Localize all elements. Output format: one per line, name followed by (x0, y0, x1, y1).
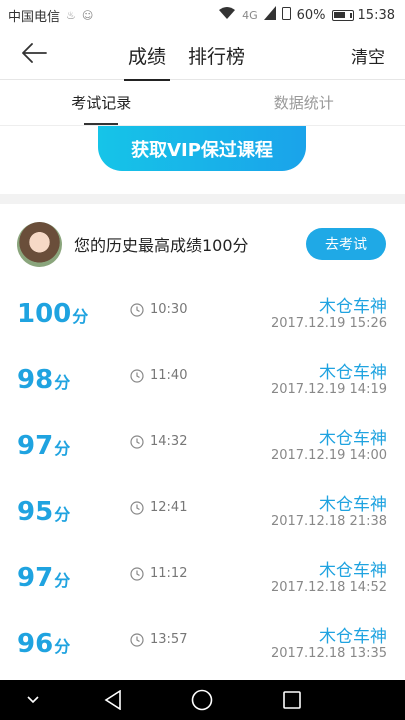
score-value: 100 (17, 299, 72, 329)
tab-exam-records[interactable]: 考试记录 (0, 80, 203, 125)
clock-icon (130, 500, 144, 515)
clock-icon (130, 434, 144, 449)
recents-nav-button[interactable] (277, 680, 307, 720)
record-duration: 12:41 (130, 500, 187, 515)
sim-icon (281, 6, 291, 24)
go-exam-button[interactable]: 去考试 (306, 228, 386, 260)
score-unit: 分 (54, 439, 71, 458)
record-duration: 10:30 (130, 302, 187, 317)
record-score: 95分 (17, 496, 70, 531)
clock-icon (130, 632, 144, 647)
duration-value: 14:32 (150, 434, 188, 449)
list-item[interactable]: 96分 13:57 木仓车神 2017.12.18 13:35 (0, 614, 405, 680)
record-date: 2017.12.19 14:19 (270, 382, 387, 397)
clock-icon (130, 302, 144, 317)
duration-value: 11:12 (150, 566, 188, 581)
score-unit: 分 (54, 373, 71, 392)
record-name: 木仓车神 (319, 561, 387, 581)
back-button[interactable] (18, 39, 50, 71)
record-name: 木仓车神 (319, 495, 387, 515)
record-score: 97分 (17, 430, 70, 465)
notification-icon: ♨ (66, 8, 76, 22)
app-notification-icon: ☺ (81, 8, 94, 22)
record-date: 2017.12.18 14:52 (270, 580, 387, 595)
score-value: 98 (17, 365, 54, 395)
record-date: 2017.12.18 13:35 (270, 646, 387, 661)
clock-icon (130, 566, 144, 581)
list-item[interactable]: 97分 11:12 木仓车神 2017.12.18 14:52 (0, 548, 405, 614)
hide-nav-button[interactable] (18, 680, 48, 720)
tab-data-stats[interactable]: 数据统计 (203, 80, 405, 125)
chevron-down-icon (27, 696, 39, 704)
tab-scores[interactable]: 成绩 (123, 30, 171, 81)
record-duration: 11:12 (130, 566, 187, 581)
home-nav-button[interactable] (187, 680, 217, 720)
carrier-name: 中国电信 (8, 9, 61, 25)
score-value: 96 (17, 629, 54, 659)
record-score: 97分 (17, 562, 70, 597)
arrow-left-icon (21, 43, 47, 67)
tab-leaderboard[interactable]: 排行榜 (188, 30, 245, 80)
score-unit: 分 (54, 505, 71, 524)
triangle-back-icon (104, 690, 121, 710)
status-bar: 中国电信 ♨ ☺ 4G 60% 15:38 (0, 0, 405, 30)
record-score: 96分 (17, 628, 70, 663)
battery-percent: 60% (296, 7, 326, 23)
duration-value: 11:40 (150, 368, 188, 383)
vip-banner: 获取VIP保过课程 (0, 126, 405, 194)
signal-icon (263, 6, 276, 24)
duration-value: 10:30 (150, 302, 188, 317)
record-score: 98分 (17, 364, 70, 399)
record-name: 木仓车神 (319, 627, 387, 647)
record-name: 木仓车神 (319, 429, 387, 449)
duration-value: 12:41 (150, 500, 188, 515)
score-unit: 分 (54, 571, 71, 590)
list-item[interactable]: 100分 10:30 木仓车神 2017.12.19 15:26 (0, 284, 405, 350)
clear-button[interactable]: 清空 (351, 30, 385, 80)
list-item[interactable]: 98分 11:40 木仓车神 2017.12.19 14:19 (0, 350, 405, 416)
duration-value: 13:57 (150, 632, 188, 647)
best-score-row: 您的历史最高成绩100分 去考试 (0, 204, 405, 284)
top-nav: 成绩 排行榜 清空 (0, 30, 405, 81)
list-item[interactable]: 95分 12:41 木仓车神 2017.12.18 21:38 (0, 482, 405, 548)
record-score: 100分 (17, 298, 88, 333)
nav-tabs: 成绩 排行榜 (123, 30, 245, 81)
avatar (17, 222, 62, 267)
score-value: 97 (17, 563, 54, 593)
record-duration: 11:40 (130, 368, 187, 383)
list-item[interactable]: 97分 14:32 木仓车神 2017.12.19 14:00 (0, 416, 405, 482)
score-unit: 分 (54, 637, 71, 656)
network-type: 4G (242, 8, 258, 22)
square-recents-icon (283, 691, 301, 709)
best-score-text: 您的历史最高成绩100分 (74, 236, 249, 255)
score-value: 97 (17, 431, 54, 461)
back-nav-button[interactable] (98, 680, 128, 720)
battery-icon (331, 9, 354, 21)
section-divider (0, 194, 405, 204)
vip-course-button[interactable]: 获取VIP保过课程 (98, 126, 306, 171)
record-date: 2017.12.19 14:00 (270, 448, 387, 463)
clock-icon (130, 368, 144, 383)
circle-home-icon (191, 689, 213, 711)
record-date: 2017.12.19 15:26 (270, 316, 387, 331)
record-name: 木仓车神 (319, 363, 387, 383)
system-nav-bar (0, 680, 405, 720)
record-duration: 14:32 (130, 434, 187, 449)
clock: 15:38 (357, 7, 395, 23)
record-date: 2017.12.18 21:38 (270, 514, 387, 529)
record-name: 木仓车神 (319, 297, 387, 317)
score-unit: 分 (72, 307, 89, 326)
sub-tabs: 考试记录 数据统计 (0, 80, 405, 126)
record-duration: 13:57 (130, 632, 187, 647)
wifi-icon (218, 6, 236, 24)
score-value: 95 (17, 497, 54, 527)
